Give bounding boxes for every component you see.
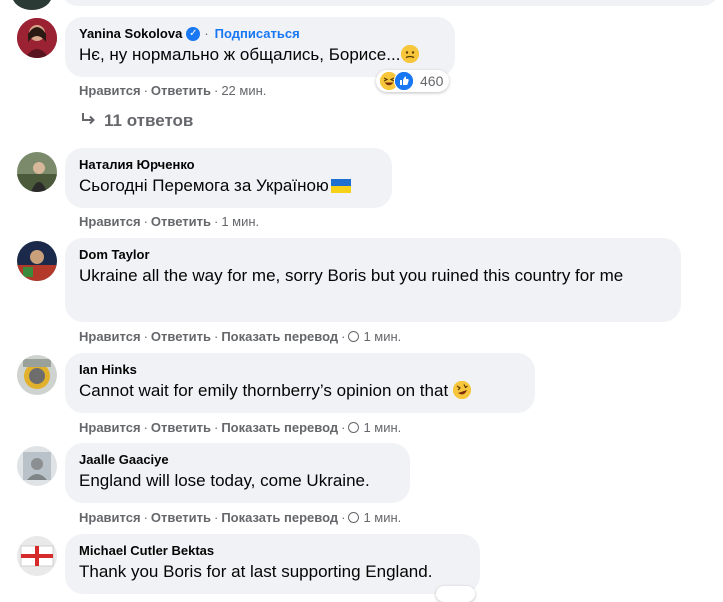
like-link[interactable]: Нравится — [79, 214, 141, 229]
like-link[interactable]: Нравится — [79, 420, 141, 435]
avatar[interactable] — [17, 241, 57, 281]
like-reaction-icon — [394, 71, 414, 91]
separator-dot: · — [143, 83, 148, 98]
previous-comment-avatar[interactable] — [12, 0, 52, 10]
show-translation-link[interactable]: Показать перевод — [221, 510, 338, 525]
separator-dot: · — [204, 26, 209, 41]
like-link[interactable]: Нравится — [79, 83, 141, 98]
globe-icon — [348, 422, 360, 433]
comment-actions: Нравится · Ответить · 22 мин. — [79, 83, 266, 99]
separator-dot: · — [143, 420, 148, 435]
reply-link[interactable]: Ответить — [151, 214, 211, 229]
separator-dot: · — [143, 510, 148, 525]
globe-icon — [348, 331, 360, 342]
rolling-laughing-face-icon — [452, 381, 471, 399]
globe-icon — [348, 512, 360, 523]
ukraine-flag-icon — [330, 176, 351, 193]
separator-dot: · — [213, 420, 219, 435]
view-replies-link[interactable]: 11 ответов — [80, 111, 193, 131]
comment-text: Ukraine all the way for me, sorry Boris … — [79, 266, 624, 285]
timestamp[interactable]: 1 мин. — [363, 510, 401, 525]
show-translation-link[interactable]: Показать перевод — [221, 329, 338, 344]
reply-arrow-icon — [80, 111, 96, 131]
author-name[interactable]: Yanina Sokolova — [79, 25, 182, 42]
comment-text: Cannot wait for emily thornberry’s opini… — [79, 379, 521, 402]
comment-text-content: Cannot wait for emily thornberry’s opini… — [79, 381, 449, 400]
author-name[interactable]: Michael Cutler Bektas — [79, 542, 214, 559]
subscribe-link[interactable]: Подписаться — [215, 25, 300, 42]
comment-text-content: Нє, ну нормально ж общались, Борисе... — [79, 45, 401, 64]
timestamp[interactable]: 1 мин. — [363, 420, 401, 435]
reaction-count: 460 — [420, 73, 444, 89]
comment-text-content: Сьогодні Перемога за Україною — [79, 176, 329, 195]
avatar[interactable] — [17, 536, 57, 576]
reply-link[interactable]: Ответить — [151, 329, 211, 344]
reactions-summary[interactable] — [436, 586, 475, 602]
thinking-face-icon — [401, 45, 420, 63]
comment-bubble: Ian Hinks Cannot wait for emily thornber… — [65, 353, 535, 413]
avatar[interactable] — [17, 355, 57, 395]
separator-dot: · — [143, 329, 148, 344]
comment-actions: Нравится · Ответить · Показать перевод · 1 мин… — [79, 329, 401, 345]
previous-comment-bubble — [60, 0, 720, 6]
separator-dot: · — [143, 214, 148, 229]
comment-actions: Нравится · Ответить · 1 мин. — [79, 214, 259, 230]
replies-count-label: 11 ответов — [104, 111, 194, 130]
separator-dot: · — [213, 214, 219, 229]
separator-dot: · — [213, 83, 219, 98]
comment-text: Нє, ну нормально ж общались, Борисе... — [79, 43, 441, 66]
avatar[interactable] — [17, 152, 57, 192]
show-translation-link[interactable]: Показать перевод — [221, 420, 338, 435]
timestamp[interactable]: 1 мин. — [221, 214, 259, 229]
verified-badge-icon: ✓ — [186, 26, 201, 41]
comment-actions: Нравится · Ответить · Показать перевод · 1 мин… — [79, 420, 401, 436]
comment-bubble: Michael Cutler Bektas Thank you Boris fo… — [65, 534, 480, 594]
reply-link[interactable]: Ответить — [151, 510, 211, 525]
reply-link[interactable]: Ответить — [151, 420, 211, 435]
comment-actions: Нравится · Ответить · Показать перевод · 1 мин… — [79, 510, 401, 526]
comment-text: Thank you Boris for at last supporting E… — [79, 562, 433, 581]
comment-bubble: Dom Taylor Ukraine all the way for me, s… — [65, 238, 681, 322]
like-link[interactable]: Нравится — [79, 329, 141, 344]
separator-dot: · — [341, 329, 346, 344]
comment-text: Сьогодні Перемога за Україною — [79, 174, 378, 197]
author-name[interactable]: Наталия Юрченко — [79, 156, 195, 173]
avatar[interactable] — [17, 446, 57, 486]
separator-dot: · — [341, 420, 346, 435]
timestamp[interactable]: 1 мин. — [363, 329, 401, 344]
separator-dot: · — [213, 329, 219, 344]
comment-bubble: Наталия Юрченко Сьогодні Перемога за Укр… — [65, 148, 392, 208]
separator-dot: · — [213, 510, 219, 525]
separator-dot: · — [341, 510, 346, 525]
avatar[interactable] — [17, 18, 57, 58]
comment-text: England will lose today, come Ukraine. — [79, 471, 370, 490]
author-name[interactable]: Dom Taylor — [79, 246, 150, 263]
timestamp[interactable]: 22 мин. — [221, 83, 266, 98]
author-name[interactable]: Ian Hinks — [79, 361, 137, 378]
like-link[interactable]: Нравится — [79, 510, 141, 525]
reply-link[interactable]: Ответить — [151, 83, 211, 98]
comment-bubble: Yanina Sokolova ✓ · Подписаться Нє, ну н… — [65, 17, 455, 77]
comment-bubble: Jaalle Gaaciye England will lose today, … — [65, 443, 410, 503]
author-name[interactable]: Jaalle Gaaciye — [79, 451, 169, 468]
reactions-summary[interactable]: 460 — [376, 70, 450, 92]
